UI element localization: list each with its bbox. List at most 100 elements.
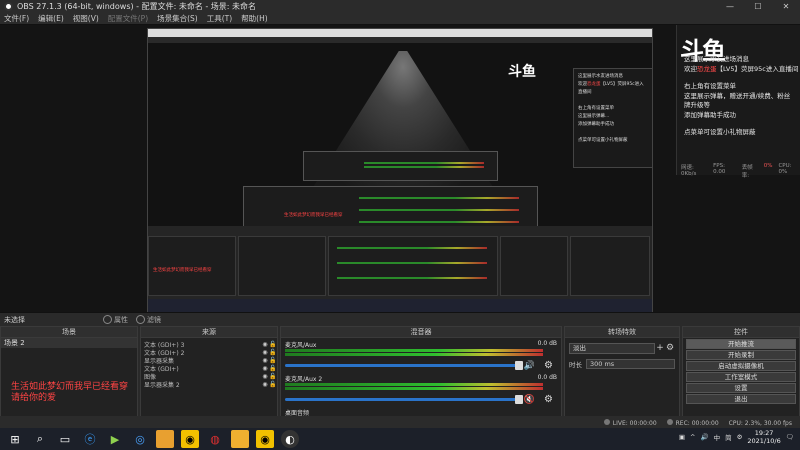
volume-meter: [285, 349, 543, 352]
chat-messages: 这里展示水友进场消息 欢迎恐龙蛋【LV5】荧屏95c进入直播间 右上角有设置菜单…: [684, 55, 799, 138]
menu-help[interactable]: 帮助(H): [241, 13, 268, 24]
menu-view[interactable]: 视图(V): [73, 13, 99, 24]
speaker-icon[interactable]: 🔊: [700, 433, 708, 441]
transition-select[interactable]: 淡出: [569, 342, 655, 354]
eye-icon[interactable]: ◉: [261, 373, 269, 380]
slider-knob[interactable]: [515, 361, 523, 370]
preview-canvas[interactable]: 生活如此梦幻而我早已经看穿 斗鱼 这里展示水友进场消息 欢迎恐龙蛋【LV5】荧屏9…: [0, 25, 800, 312]
browser-icon[interactable]: ◎: [131, 430, 149, 448]
photos-icon[interactable]: [156, 430, 174, 448]
edge-icon[interactable]: ⓔ: [81, 430, 99, 448]
chat-stats: 网速: 0Kb/s FPS: 0.00 丢帧率: 0% CPU: 0%: [681, 163, 792, 179]
gear-icon[interactable]: ⚙: [665, 343, 675, 353]
window-title: OBS 27.1.3 (64-bit, windows) - 配置文件: 未命名…: [17, 2, 257, 11]
start-virtual-camera-button[interactable]: 启动虚拟摄像机: [686, 361, 796, 371]
exit-button[interactable]: 退出: [686, 394, 796, 404]
settings-icon[interactable]: ⚙: [737, 433, 743, 441]
muted-speaker-icon[interactable]: 🔇: [524, 395, 535, 405]
start-streaming-button[interactable]: 开始推流: [686, 339, 796, 349]
nested-docks: 生活如此梦幻而我早已经看穿: [148, 226, 652, 312]
source-toolbar: 未选择 属性 滤镜: [0, 312, 800, 326]
studio-mode-button[interactable]: 工作室模式: [686, 372, 796, 382]
gear-icon[interactable]: ⚙: [544, 394, 553, 405]
task-view-icon[interactable]: ▭: [56, 430, 74, 448]
eye-icon[interactable]: ◉: [261, 349, 269, 356]
menu-profile[interactable]: 配置文件(P): [108, 13, 148, 24]
close-button[interactable]: ✕: [772, 0, 800, 13]
app-icon[interactable]: ◉: [256, 430, 274, 448]
filter-icon: [136, 315, 145, 324]
duration-label: 时长: [569, 361, 582, 369]
settings-button[interactable]: 设置: [686, 383, 796, 393]
app-icon[interactable]: ◉: [181, 430, 199, 448]
nested-window-level-3: [303, 151, 498, 181]
controls-header: 控件: [683, 327, 799, 338]
slider-knob[interactable]: [515, 395, 523, 404]
menu-file[interactable]: 文件(F): [4, 13, 29, 24]
lock-icon[interactable]: 🔓: [269, 365, 277, 372]
windows-start-icon[interactable]: ⊞: [6, 430, 24, 448]
notification-icon[interactable]: 🗨: [786, 433, 794, 441]
scenes-header: 场景: [1, 327, 137, 338]
start-recording-button[interactable]: 开始录制: [686, 350, 796, 360]
volume-meter: [285, 387, 543, 390]
eye-icon[interactable]: ◉: [261, 341, 269, 348]
chevron-up-icon[interactable]: ^: [690, 433, 695, 441]
channel-db: 0.0 dB: [537, 374, 557, 381]
nested-logo: 斗鱼: [508, 64, 536, 80]
add-transition-button[interactable]: +: [655, 343, 665, 353]
chat-line-welcome: 欢迎恐龙蛋【LV5】荧屏95c进入直播间: [684, 64, 799, 73]
lock-icon[interactable]: 🔓: [269, 349, 277, 356]
lock-icon[interactable]: 🔓: [269, 381, 277, 388]
chat-line: 牌升级等: [684, 101, 710, 109]
volume-slider[interactable]: [285, 364, 517, 367]
obs-logo-icon: [4, 2, 13, 11]
transitions-dock: 转场特效 淡出 + ⚙ 时长 300 ms: [564, 326, 680, 430]
eye-icon[interactable]: ◉: [261, 381, 269, 388]
video-player-icon[interactable]: ▶: [106, 430, 124, 448]
docks-area: 场景 场景 2 生活如此梦幻而我早已经看穿 请给你的爱 + − ︿ ﹀ 来源 文…: [0, 326, 800, 430]
source-item[interactable]: 显示器采集 2 ◉ 🔓: [141, 380, 277, 389]
obs-icon[interactable]: ◐: [281, 430, 299, 448]
scene-item[interactable]: 场景 2: [1, 338, 137, 348]
menu-scene-collection[interactable]: 场景集合(S): [157, 13, 198, 24]
filters-button[interactable]: 滤镜: [136, 315, 161, 325]
search-icon[interactable]: ⌕: [31, 430, 49, 448]
speaker-icon[interactable]: 🔊: [524, 361, 535, 371]
maximize-button[interactable]: ☐: [744, 0, 772, 13]
chat-line: 这里展示水友进场消息: [684, 55, 749, 63]
cpu-status: CPU: 2.3%, 30.00 fps: [728, 419, 792, 427]
nested-taskbar: [148, 299, 652, 312]
tray-icon[interactable]: ▣: [679, 433, 685, 441]
menu-tools[interactable]: 工具(T): [207, 13, 232, 24]
chat-line: 点菜单可设置小礼物屏蔽: [684, 128, 756, 136]
clock[interactable]: 19:27 2021/10/6: [747, 429, 780, 445]
danmaku-chat-panel: 斗鱼 这里展示水友进场消息 欢迎恐龙蛋【LV5】荧屏95c进入直播间 右上角有设…: [676, 25, 800, 179]
volume-meter: [285, 383, 543, 386]
lock-icon[interactable]: 🔓: [269, 373, 277, 380]
mixer-channel: 麦克风/Aux 0.0 dB 🔊 ⚙: [281, 338, 561, 372]
folder-icon[interactable]: [231, 430, 249, 448]
nested-obs-capture: 生活如此梦幻而我早已经看穿 斗鱼 这里展示水友进场消息 欢迎恐龙蛋【LV5】荧屏9…: [147, 28, 653, 312]
gear-icon[interactable]: ⚙: [544, 360, 553, 371]
lock-icon[interactable]: 🔓: [269, 357, 277, 364]
live-status: LIVE: 00:00:00: [603, 419, 657, 427]
eye-icon[interactable]: ◉: [261, 365, 269, 372]
volume-slider[interactable]: [285, 398, 517, 401]
controls-dock: 控件 开始推流 开始录制 启动虚拟摄像机 工作室模式 设置 退出: [682, 326, 800, 430]
ime-mode[interactable]: 简: [725, 432, 732, 442]
duration-input[interactable]: 300 ms: [586, 359, 675, 369]
channel-name: 麦克风/Aux: [285, 342, 317, 349]
netease-music-icon[interactable]: ◍: [206, 430, 224, 448]
lock-icon[interactable]: 🔓: [269, 341, 277, 348]
minimize-button[interactable]: —: [716, 0, 744, 13]
channel-name: 麦克风/Aux 2: [285, 376, 323, 383]
window-controls: — ☐ ✕: [716, 0, 800, 13]
nested-title-bar: [148, 29, 652, 37]
menu-edit[interactable]: 编辑(E): [38, 13, 64, 24]
rec-status: REC: 00:00:00: [666, 419, 719, 427]
eye-icon[interactable]: ◉: [261, 357, 269, 364]
transition-row: 淡出 + ⚙: [565, 341, 679, 355]
ime-lang[interactable]: 中: [714, 432, 721, 442]
properties-button[interactable]: 属性: [103, 315, 128, 325]
